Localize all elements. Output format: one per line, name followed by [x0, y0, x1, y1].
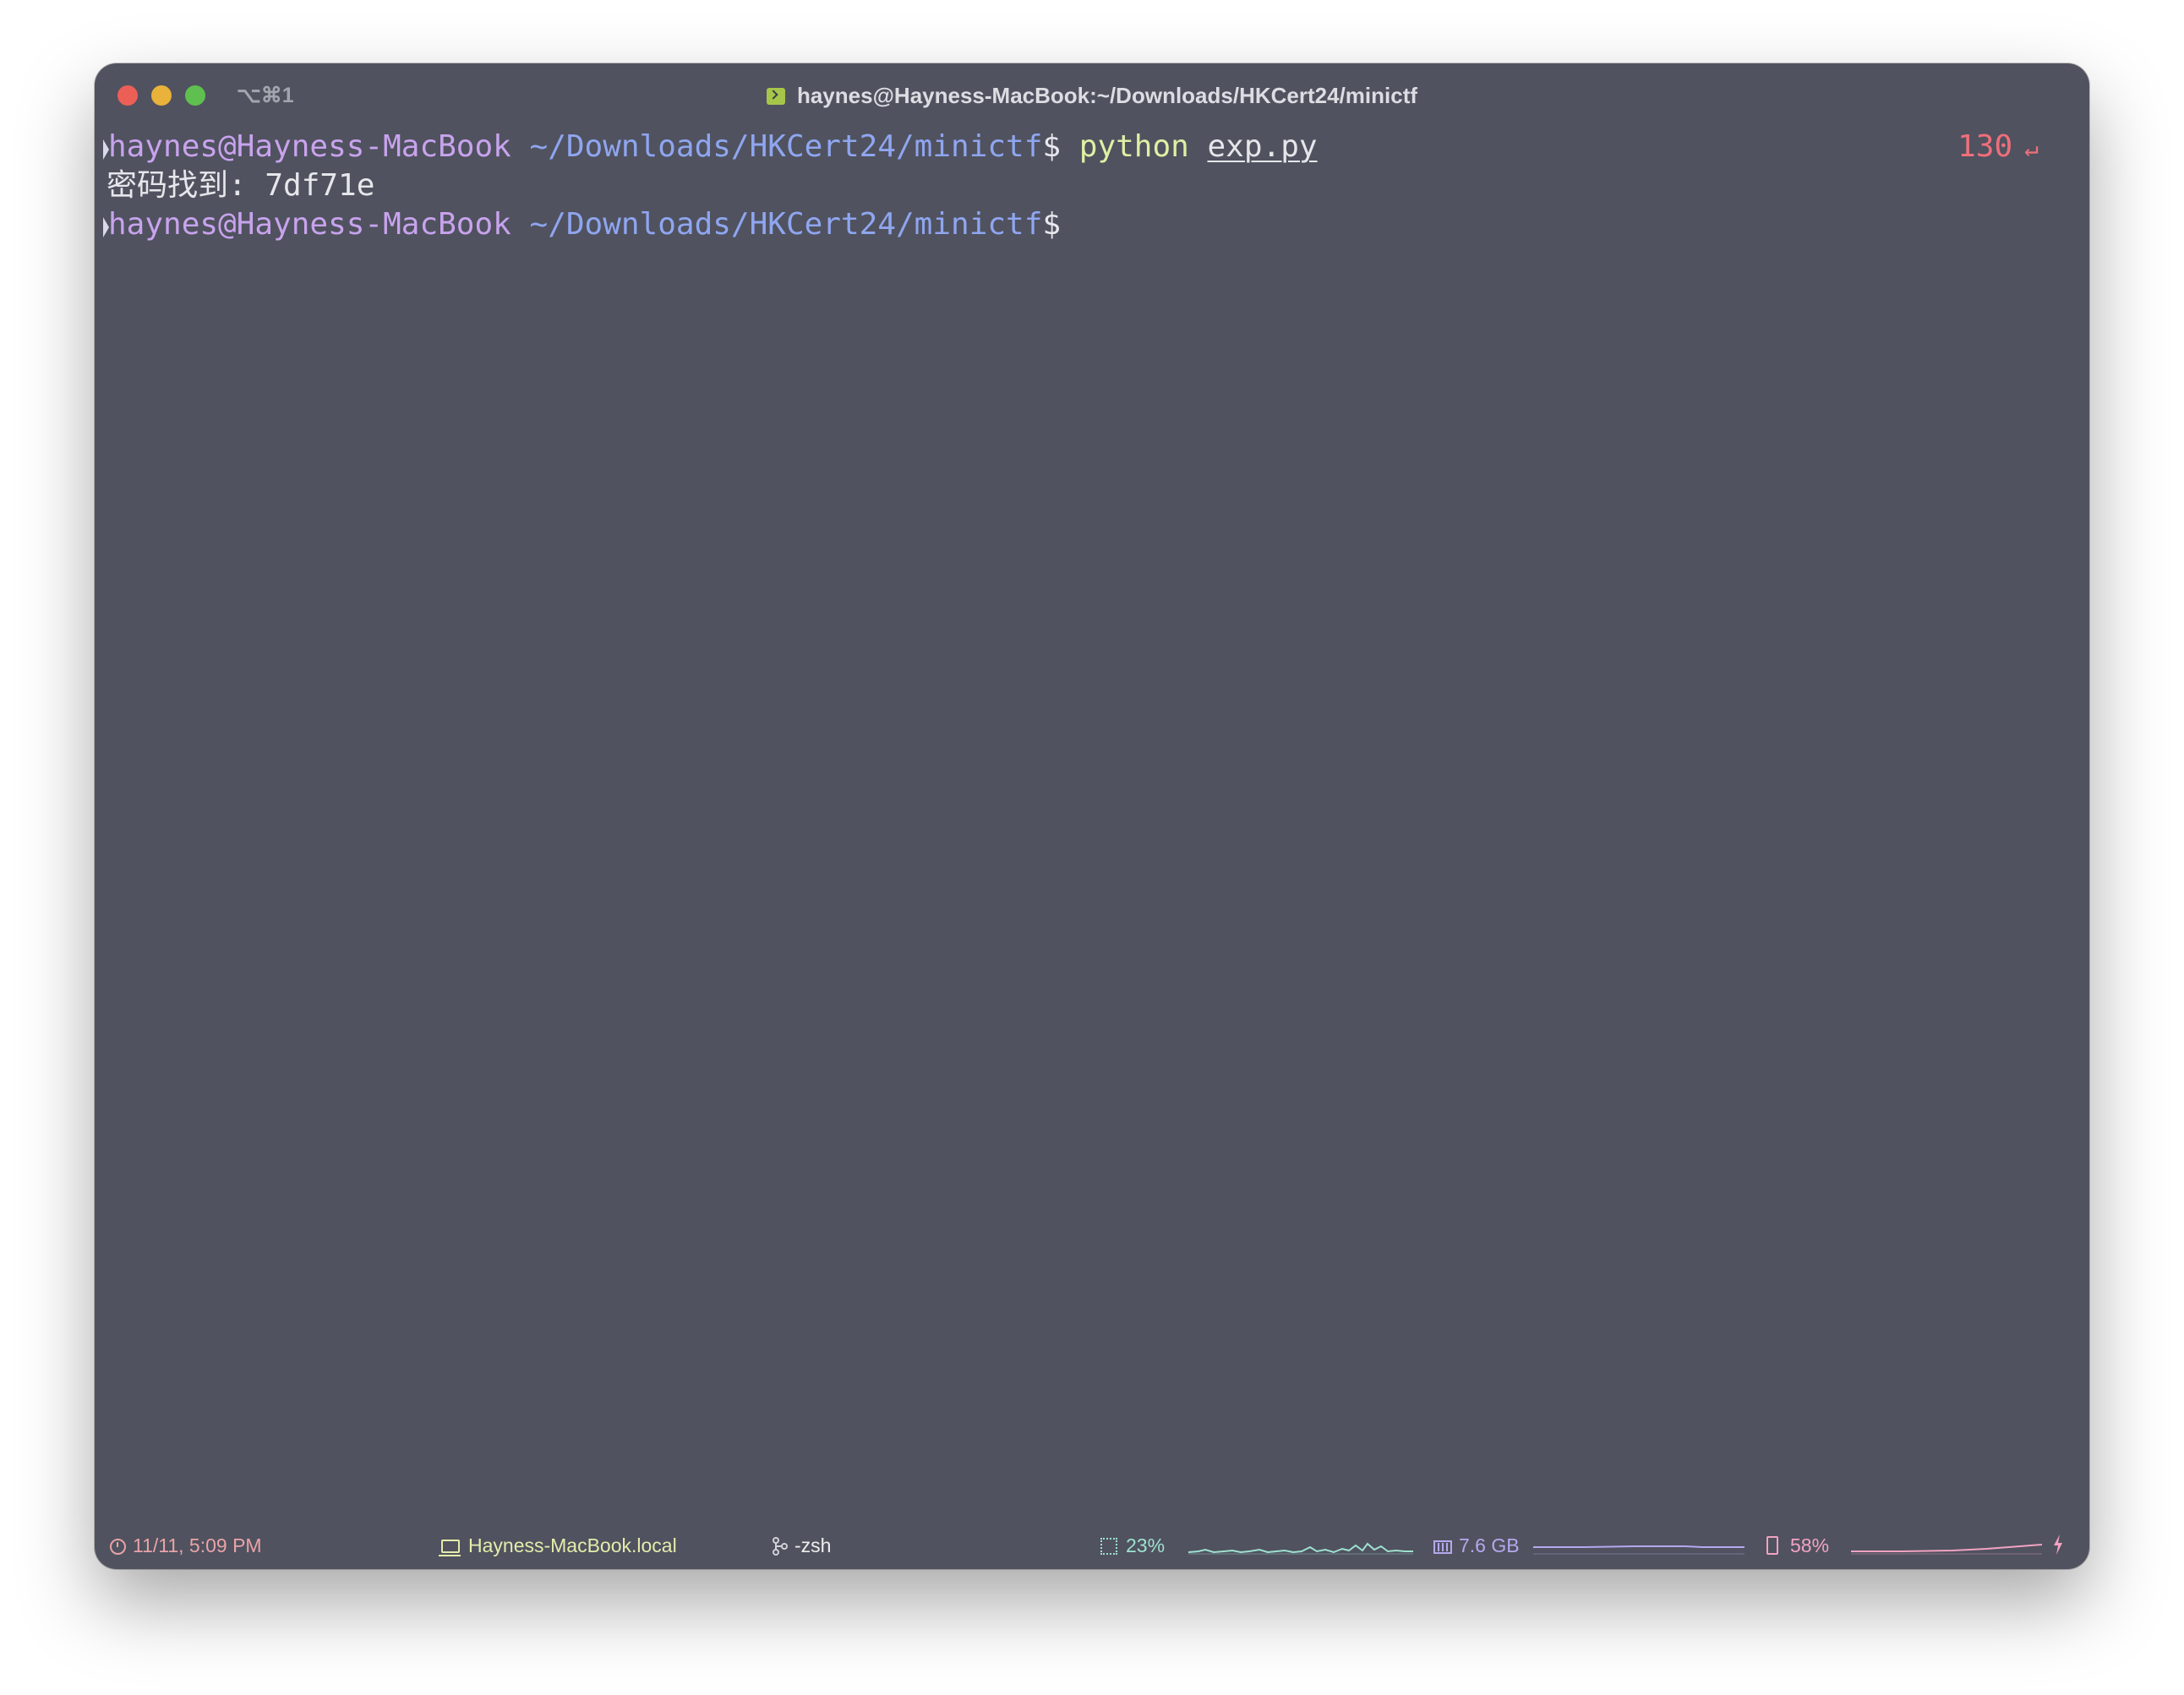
exit-code: 130 [1957, 129, 2013, 164]
memory-icon [1433, 1540, 1452, 1554]
terminal-output[interactable]: haynes@Hayness-MacBook ~/Downloads/HKCer… [103, 128, 2039, 244]
branch-icon [773, 1537, 788, 1556]
prompt-symbol: $ [1042, 129, 1062, 164]
terminal-icon [766, 88, 785, 105]
window-title-text: haynes@Hayness-MacBook:~/Downloads/HKCer… [796, 83, 1418, 108]
cpu-text: 23% [1126, 1534, 1166, 1556]
shell-text: -zsh [794, 1534, 832, 1556]
memory-sparkline [1533, 1545, 1744, 1555]
terminal-window: ⌥⌘1 haynes@Hayness-MacBook:~/Downloads/H… [95, 63, 2089, 1569]
title-bar[interactable]: ⌥⌘1 haynes@Hayness-MacBook:~/Downloads/H… [95, 63, 2089, 128]
cpu-chip-icon [1100, 1538, 1117, 1555]
status-datetime: 11/11, 5:09 PM [110, 1530, 262, 1561]
return-icon: ↵ [2024, 134, 2039, 162]
status-hostname: Hayness-MacBook.local [439, 1530, 677, 1561]
hostname-text: Hayness-MacBook.local [468, 1534, 677, 1556]
prompt-path: ~/Downloads/HKCert24/minictf [529, 129, 1043, 164]
prompt-line: haynes@Hayness-MacBook ~/Downloads/HKCer… [103, 205, 2039, 244]
prompt-user-host: haynes@Hayness-MacBook [108, 129, 511, 164]
status-battery: 58% [1766, 1530, 1829, 1561]
charging-bolt-icon [2054, 1534, 2062, 1555]
laptop-icon [439, 1540, 461, 1556]
window-title: haynes@Hayness-MacBook:~/Downloads/HKCer… [95, 80, 2089, 111]
prompt-user-host: haynes@Hayness-MacBook [108, 207, 511, 242]
clock-icon [110, 1539, 126, 1555]
command-text: python [1078, 129, 1189, 164]
prompt-symbol: $ [1042, 207, 1062, 242]
prompt-path: ~/Downloads/HKCert24/minictf [529, 207, 1043, 242]
battery-text: 58% [1790, 1534, 1830, 1556]
battery-icon [1766, 1536, 1778, 1555]
exit-status: 130 ↵ [1957, 128, 2039, 168]
command-argument: exp.py [1207, 129, 1318, 164]
status-shell: -zsh [773, 1530, 831, 1561]
status-memory: 7.6 GB [1433, 1530, 1520, 1561]
prompt-line: haynes@Hayness-MacBook ~/Downloads/HKCer… [103, 128, 2039, 166]
output-line: 密码找到: 7df71e [103, 166, 2039, 205]
cpu-sparkline [1188, 1542, 1413, 1555]
battery-sparkline [1851, 1544, 2042, 1555]
memory-text: 7.6 GB [1459, 1534, 1520, 1556]
datetime-text: 11/11, 5:09 PM [133, 1534, 262, 1556]
command-output: 密码找到: 7df71e [106, 168, 375, 203]
status-cpu: 23% [1100, 1530, 1165, 1561]
status-bar: 11/11, 5:09 PM Hayness-MacBook.local -zs… [95, 1525, 2089, 1569]
